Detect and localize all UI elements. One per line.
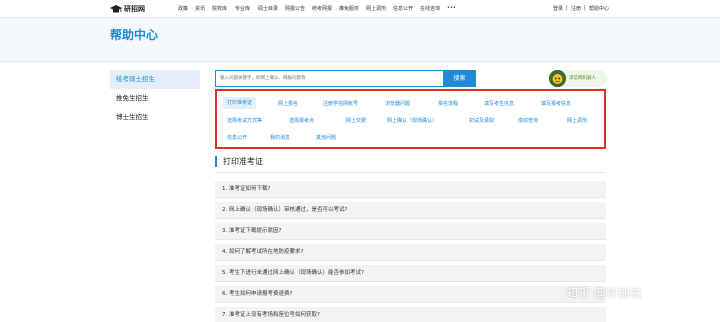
graduation-cap-icon (110, 4, 122, 14)
nav-item-master-catalog[interactable]: 硕士目录 (258, 5, 285, 12)
site-logo[interactable]: 研招网 (110, 3, 145, 15)
sidebar-item-recommended[interactable]: 推免生招生 (110, 89, 200, 108)
faq-item[interactable]: 1. 准考证如何下载? (215, 181, 606, 198)
register-link[interactable]: 注册 (571, 5, 584, 12)
category-info-disclosure[interactable]: 信息公开 (227, 134, 247, 141)
nav-item-adjustment[interactable]: 网上调剂 (366, 5, 393, 12)
category-fill-application-info[interactable]: 填写报考信息 (541, 100, 571, 107)
category-exam-admission[interactable]: 初试及录取 (469, 117, 494, 124)
category-fill-candidate-info[interactable]: 填写考生信息 (484, 100, 514, 107)
category-online-confirmation[interactable]: 网上确认（现场确认） (387, 117, 437, 124)
nav-item-major-library[interactable]: 专业库 (235, 5, 258, 12)
nav-more-icon[interactable]: ••• (447, 5, 459, 12)
category-my-messages[interactable]: 我的消息 (270, 134, 290, 141)
logo-text: 研招网 (124, 5, 145, 13)
main-nav: 政策 资讯 院校库 专业库 硕士目录 网报公告 统考网报 推免服务 网上调剂 信… (178, 5, 459, 12)
faq-item[interactable]: 5. 考生下进行未通过网上确认（现场确认）能否参加考试? (215, 265, 606, 282)
faq-item[interactable]: 2. 网上确认（现场确认）审核通过，是否可以考试? (215, 202, 606, 219)
category-registration-process[interactable]: 报名流程 (438, 100, 458, 107)
search-box (215, 70, 444, 87)
category-exam-method[interactable]: 选择考试方式等 (227, 117, 262, 124)
faq-item[interactable]: 4. 如何了解考试所在地防疫要求? (215, 244, 606, 261)
nav-item-school-library[interactable]: 院校库 (212, 5, 235, 12)
header-band (0, 18, 720, 62)
nav-item-exam-registration[interactable]: 统考网报 (312, 5, 339, 12)
user-links: 登录 | 注册 | 帮助中心 (553, 5, 616, 12)
sidebar-item-doctoral[interactable]: 博士生招生 (110, 108, 200, 127)
category-online-payment[interactable]: 网上交费 (346, 117, 366, 124)
robot-label: 求信网机器人 (569, 76, 596, 81)
nav-item-news[interactable]: 资讯 (195, 5, 212, 12)
search-button[interactable]: 搜索 (443, 70, 476, 87)
page-title: 帮助中心 (110, 28, 159, 42)
category-panel: 打印准考证 网上报名 注册学信网账号 浏览器问题 报名流程 填写考生信息 填写报… (215, 89, 606, 149)
sidebar-item-exam-master[interactable]: 统考硕士招生 (110, 70, 200, 89)
nav-item-info-disclosure[interactable]: 信息公开 (393, 5, 420, 12)
nav-item-recommendation[interactable]: 推免服务 (339, 5, 366, 12)
search-input[interactable] (216, 71, 443, 86)
category-exam-site[interactable]: 选择报考点 (289, 117, 314, 124)
category-online-registration[interactable]: 网上报名 (278, 100, 298, 107)
faq-item[interactable]: 6. 考生如何申请报考费退费? (215, 286, 606, 303)
help-center-link[interactable]: 帮助中心 (589, 5, 616, 12)
category-browser-issues[interactable]: 浏览器问题 (385, 100, 410, 107)
sidebar: 统考硕士招生 推免生招生 博士生招生 (110, 70, 200, 127)
login-link[interactable]: 登录 (553, 5, 566, 12)
nav-item-consult[interactable]: 在线咨询 (420, 5, 447, 12)
section-title: 打印准考证 (215, 156, 263, 167)
faq-item[interactable]: 3. 准考证下载提示原因? (215, 223, 606, 240)
chat-robot-button[interactable]: 求信网机器人 (549, 70, 607, 87)
top-navigation: 研招网 政策 资讯 院校库 专业库 硕士目录 网报公告 统考网报 推免服务 网上… (0, 0, 720, 18)
nav-item-registration-notice[interactable]: 网报公告 (285, 5, 312, 12)
category-score-query[interactable]: 成绩查询 (518, 117, 538, 124)
robot-avatar-icon (549, 70, 566, 87)
faq-item[interactable]: 7. 准考证上没有考场和座位号如何获取? (215, 307, 606, 322)
divider (215, 172, 606, 173)
category-other-questions[interactable]: 其他问题 (316, 134, 336, 141)
nav-item-policy[interactable]: 政策 (178, 5, 195, 12)
category-online-adjustment[interactable]: 网上调剂 (567, 117, 587, 124)
watermark: 知乎 @许加右 (566, 286, 642, 300)
category-register-account[interactable]: 注册学信网账号 (323, 100, 358, 107)
category-print-admission-ticket[interactable]: 打印准考证 (223, 97, 257, 109)
